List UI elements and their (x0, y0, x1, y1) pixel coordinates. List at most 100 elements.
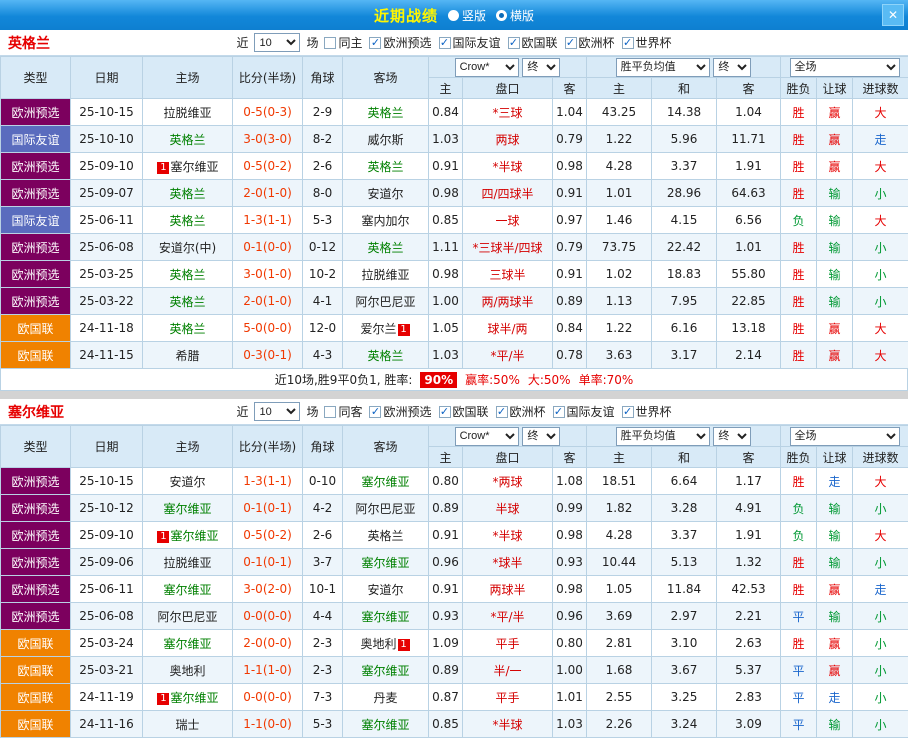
team-name-text: 安道尔(中) (158, 240, 217, 255)
col-handicap-home: 主 (428, 446, 463, 468)
table-row[interactable]: 国际友谊 25-06-11 英格兰 1-3(1-1) 5-3 塞内加尔 0.85… (0, 206, 908, 234)
col-odds-win: 主 (586, 446, 652, 468)
table-row[interactable]: 欧洲预选 25-09-10 1 塞尔维亚 0-5(0-2) 2-6 英格兰 0.9… (0, 521, 908, 549)
table-row[interactable]: 欧洲预选 25-10-12 塞尔维亚 0-1(0-1) 4-2 阿尔巴尼亚 0.… (0, 494, 908, 522)
wdl-average-select[interactable]: 胜平负均值 (615, 57, 710, 77)
result-goals: 大 (852, 206, 908, 234)
filter-checkbox[interactable]: ✓ 世界杯 (621, 34, 672, 51)
match-date: 25-06-11 (70, 206, 143, 234)
table-row[interactable]: 欧洲预选 25-06-08 阿尔巴尼亚 0-0(0-0) 4-4 塞尔维亚 0.… (0, 602, 908, 630)
checkbox-checked-icon: ✓ (438, 36, 451, 49)
serbia-rows: 欧洲预选 25-10-15 安道尔 1-3(1-1) 0-10 塞尔维亚 0.8… (0, 467, 908, 738)
filter-checkbox[interactable]: ✓ 欧洲杯 (564, 34, 615, 51)
checkbox-unchecked-icon (324, 405, 337, 418)
team-name-text: 塞尔维亚 (361, 717, 410, 732)
final-odds-select[interactable]: 终 (713, 426, 752, 446)
filter-checkbox[interactable]: ✓ 欧国联 (438, 403, 489, 420)
table-row[interactable]: 欧洲预选 25-10-15 安道尔 1-3(1-1) 0-10 塞尔维亚 0.8… (0, 467, 908, 495)
recent-count-select[interactable]: 10 (254, 33, 301, 52)
filter-checkbox[interactable]: ✓ 国际友谊 (438, 34, 501, 51)
table-row[interactable]: 欧国联 25-03-24 塞尔维亚 2-0(0-0) 2-3 奥地利 1 1.09… (0, 629, 908, 657)
filter-checkbox[interactable]: ✓ 世界杯 (621, 403, 672, 420)
bookmaker-select[interactable]: Crow* (454, 57, 519, 77)
handicap-odds-home: 0.91 (428, 575, 463, 603)
result-goals: 小 (852, 683, 908, 711)
bookmaker-select[interactable]: Crow* (454, 426, 519, 446)
corner-score: 5-3 (302, 710, 343, 738)
team-name-text: 拉脱维亚 (163, 555, 212, 570)
rank-badge: 1 (397, 323, 410, 336)
layout-radio-horizontal[interactable]: 横版 (496, 7, 534, 24)
filter-checkbox[interactable]: ✓ 欧洲预选 (369, 34, 432, 51)
checkbox-label: 同主 (338, 36, 363, 50)
handicap-line: 半球 (462, 494, 553, 522)
match-type: 欧洲预选 (0, 233, 71, 261)
home-team: 拉脱维亚 (142, 548, 233, 576)
home-team: 塞尔维亚 (142, 575, 233, 603)
result-goals: 小 (852, 287, 908, 315)
handicap-odds-away: 0.98 (552, 152, 587, 180)
away-team: 塞尔维亚 (342, 548, 429, 576)
result-handicap: 赢 (816, 98, 853, 126)
team-name-text: 英格兰 (367, 159, 404, 174)
away-team: 安道尔 (342, 575, 429, 603)
result-outcome: 平 (780, 656, 817, 684)
table-row[interactable]: 欧洲预选 25-06-11 塞尔维亚 3-0(2-0) 10-1 安道尔 0.9… (0, 575, 908, 603)
recent-count-select[interactable]: 10 (254, 402, 301, 421)
match-date: 25-03-24 (70, 629, 143, 657)
table-row[interactable]: 欧国联 24-11-18 英格兰 5-0(0-0) 12-0 爱尔兰 1 1.05… (0, 314, 908, 342)
handicap-odds-home: 0.85 (428, 206, 463, 234)
match-score: 1-3(1-1) (232, 467, 303, 495)
match-score: 0-0(0-0) (232, 602, 303, 630)
layout-radio-vertical[interactable]: 竖版 (447, 7, 486, 24)
odds-draw: 11.84 (651, 575, 717, 603)
away-team: 阿尔巴尼亚 (342, 287, 429, 315)
table-row[interactable]: 欧洲预选 25-06-08 安道尔(中) 0-1(0-0) 0-12 英格兰 1… (0, 233, 908, 261)
match-type: 欧洲预选 (0, 575, 71, 603)
col-away: 客场 (342, 425, 429, 468)
table-row[interactable]: 欧洲预选 25-09-06 拉脱维亚 0-1(0-1) 3-7 塞尔维亚 0.9… (0, 548, 908, 576)
handicap-line: *三球半/四球 (462, 233, 553, 261)
match-score: 0-3(0-1) (232, 341, 303, 369)
odds-draw: 7.95 (651, 287, 717, 315)
result-goals: 小 (852, 710, 908, 738)
table-row[interactable]: 欧洲预选 25-03-25 英格兰 3-0(1-0) 10-2 拉脱维亚 0.9… (0, 260, 908, 288)
filter-checkbox[interactable]: ✓ 欧洲预选 (369, 403, 432, 420)
result-goals: 小 (852, 233, 908, 261)
table-row[interactable]: 欧洲预选 25-09-07 英格兰 2-0(1-0) 8-0 安道尔 0.98 … (0, 179, 908, 207)
match-date: 25-10-15 (70, 98, 143, 126)
table-row[interactable]: 欧国联 25-03-21 奥地利 1-1(1-0) 2-3 塞尔维亚 0.89 … (0, 656, 908, 684)
away-team: 英格兰 (342, 341, 429, 369)
handicap-odds-home: 1.09 (428, 629, 463, 657)
final-odds-select[interactable]: 终 (522, 426, 561, 446)
filter-checkbox[interactable]: ✓ 欧国联 (507, 34, 558, 51)
filter-checkbox[interactable]: ✓ 欧洲杯 (495, 403, 546, 420)
col-corner: 角球 (302, 425, 343, 468)
games-label: 场 (306, 36, 319, 50)
match-type: 国际友谊 (0, 125, 71, 153)
odds-lose: 42.53 (716, 575, 781, 603)
final-odds-select[interactable]: 终 (522, 57, 561, 77)
final-odds-select[interactable]: 终 (713, 57, 752, 77)
home-team: 英格兰 (142, 125, 233, 153)
filter-checkbox[interactable]: ✓ 国际友谊 (552, 403, 615, 420)
table-row[interactable]: 欧国联 24-11-16 瑞士 1-1(0-0) 5-3 塞尔维亚 0.85 *… (0, 710, 908, 738)
handicap-line: 三球半 (462, 260, 553, 288)
wdl-average-select[interactable]: 胜平负均值 (615, 426, 710, 446)
odds-win: 2.81 (586, 629, 652, 657)
scope-select[interactable]: 全场 (789, 426, 900, 446)
table-row[interactable]: 欧洲预选 25-03-22 英格兰 2-0(1-0) 4-1 阿尔巴尼亚 1.0… (0, 287, 908, 315)
handicap-odds-home: 0.91 (428, 521, 463, 549)
col-type: 类型 (0, 425, 71, 468)
checkbox-checked-icon: ✓ (369, 405, 382, 418)
filter-checkbox[interactable]: 同客 (324, 403, 362, 420)
close-button[interactable]: ✕ (882, 4, 904, 26)
table-row[interactable]: 欧国联 24-11-15 希腊 0-3(0-1) 4-3 英格兰 1.03 *平… (0, 341, 908, 369)
table-row[interactable]: 欧洲预选 25-09-10 1 塞尔维亚 0-5(0-2) 2-6 英格兰 0.9… (0, 152, 908, 180)
filter-checkbox[interactable]: 同主 (324, 34, 362, 51)
scope-select[interactable]: 全场 (789, 57, 900, 77)
table-row[interactable]: 国际友谊 25-10-10 英格兰 3-0(3-0) 8-2 威尔斯 1.03 … (0, 125, 908, 153)
table-row[interactable]: 欧洲预选 25-10-15 拉脱维亚 0-5(0-3) 2-9 英格兰 0.84… (0, 98, 908, 126)
col-score: 比分(半场) (232, 425, 303, 468)
table-row[interactable]: 欧国联 24-11-19 1 塞尔维亚 0-0(0-0) 7-3 丹麦 0.87 … (0, 683, 908, 711)
